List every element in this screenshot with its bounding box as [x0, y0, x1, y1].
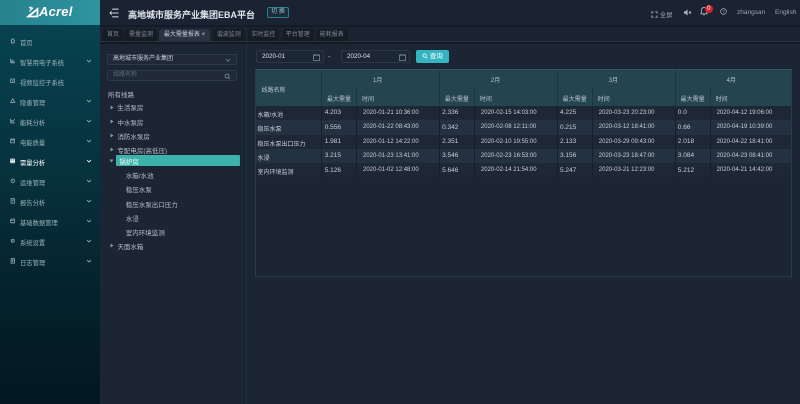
svg-text:?: ?	[722, 9, 725, 14]
